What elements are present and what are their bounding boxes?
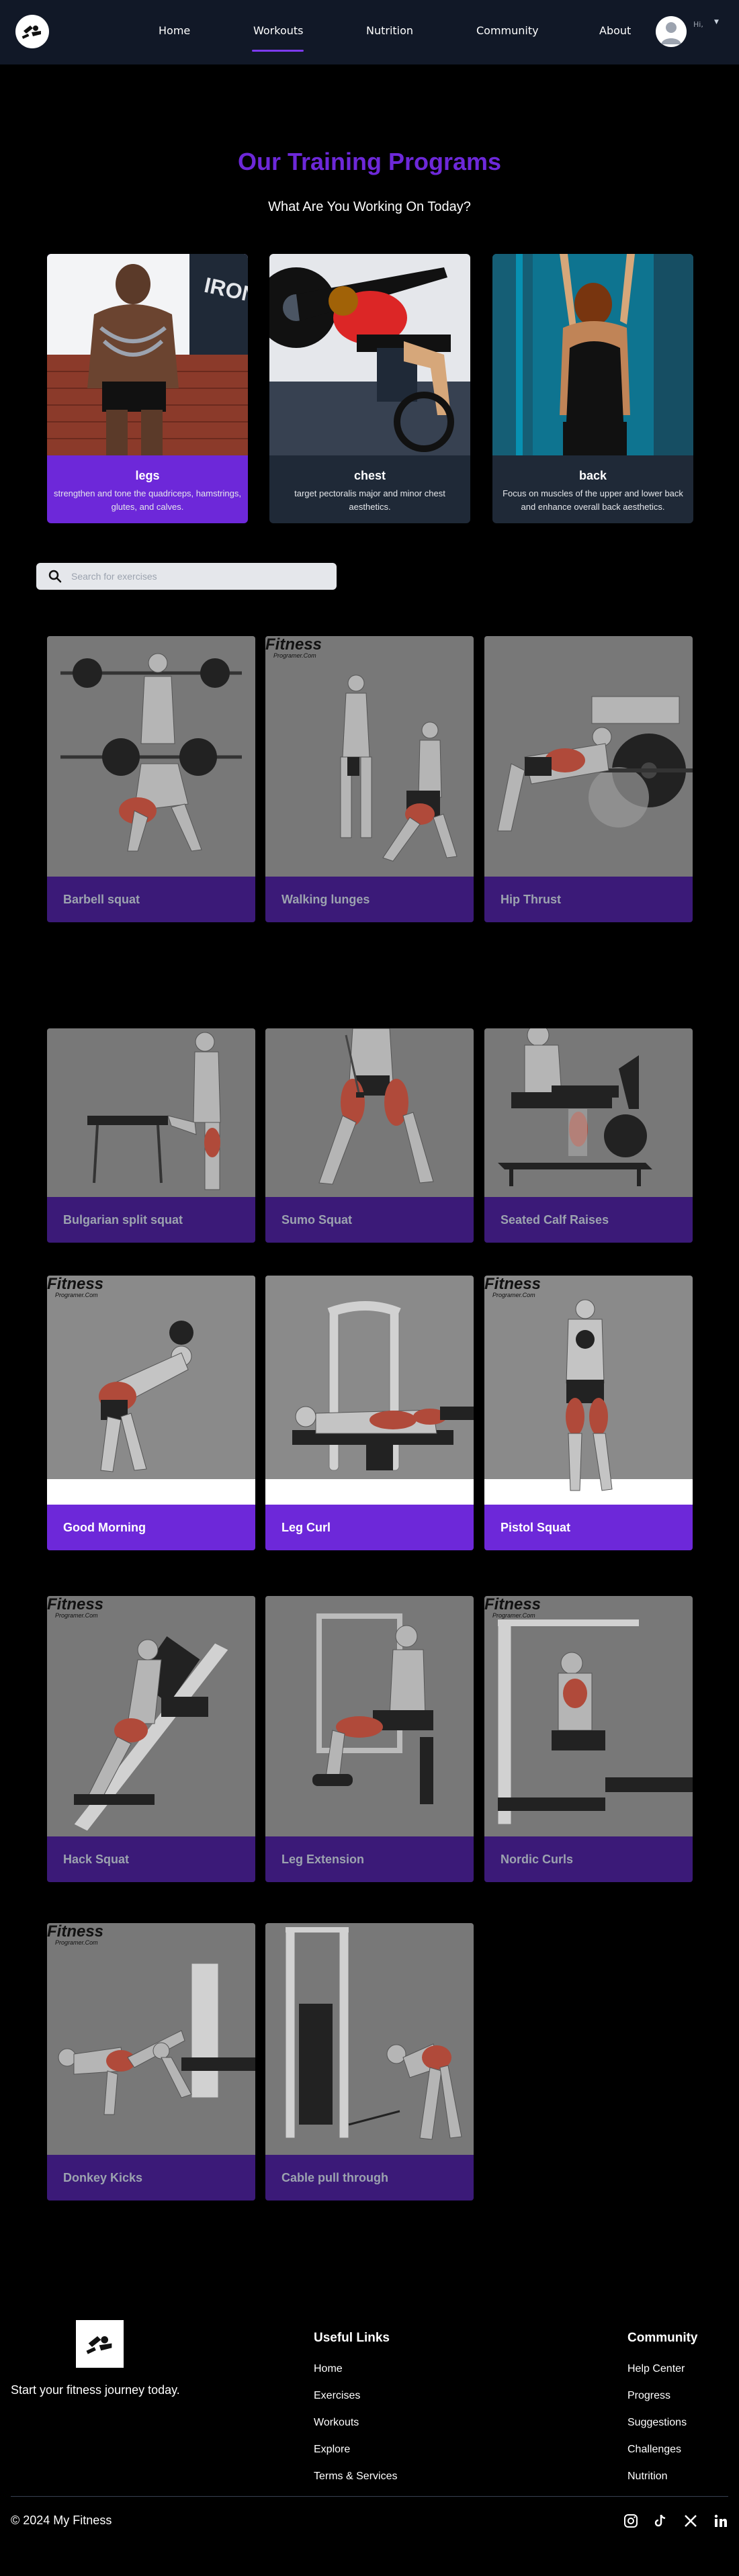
exercise-name: Hip Thrust [484, 877, 693, 922]
program-description: strengthen and tone the quadriceps, hams… [54, 488, 241, 512]
page-subtitle: What Are You Working On Today? [268, 199, 471, 214]
exercise-card-barbell-squat[interactable]: Barbell squat [47, 636, 255, 922]
nav-home[interactable]: Home [159, 24, 190, 37]
exercise-card-walking-lunges[interactable]: Fitness Programer.Com Walking lunges [265, 636, 474, 922]
exercise-image [47, 1028, 255, 1197]
exercise-name: Pistol Squat [484, 1505, 693, 1550]
watermark-logo: Fitness Programer.Com [47, 1923, 104, 1947]
user-greeting: Hi, [693, 20, 703, 29]
dumbbell-logo-icon [85, 2336, 112, 2354]
exercise-image: Fitness Programer.Com [265, 636, 474, 877]
watermark-logo: Fitness Programer.Com [484, 1596, 541, 1619]
watermark-logo: Fitness Programer.Com [265, 636, 322, 660]
exercise-card-pistol-squat[interactable]: Fitness Programer.Com Pistol Squat [484, 1276, 693, 1550]
footer-link-workouts[interactable]: Workouts [314, 2417, 359, 2429]
exercise-name: Barbell squat [47, 877, 255, 922]
footer-link-progress[interactable]: Progress [627, 2390, 670, 2402]
exercise-name: Sumo Squat [265, 1197, 474, 1243]
x-icon[interactable] [683, 2514, 698, 2528]
program-card-chest[interactable]: chest target pectoralis major and minor … [269, 254, 470, 523]
program-card-legs[interactable]: IRON legs strengthen and tone the quadri… [47, 254, 248, 523]
exercise-image [265, 1028, 474, 1197]
exercise-name: Hack Squat [47, 1836, 255, 1882]
user-avatar[interactable] [656, 16, 687, 47]
exercise-image [484, 636, 693, 877]
instagram-icon[interactable] [623, 2514, 638, 2528]
exercise-image: Fitness Programer.Com [47, 1923, 255, 2155]
exercise-card-bulgarian-split-squat[interactable]: Bulgarian split squat [47, 1028, 255, 1243]
exercise-name: Bulgarian split squat [47, 1197, 255, 1243]
program-card-back[interactable]: back Focus on muscles of the upper and l… [492, 254, 693, 523]
program-description: Focus on muscles of the upper and lower … [503, 488, 683, 512]
nav-community[interactable]: Community [476, 24, 539, 37]
program-image-legs: IRON [47, 254, 248, 455]
exercise-card-good-morning[interactable]: Fitness Programer.Com Good Morning [47, 1276, 255, 1550]
exercise-name: Leg Curl [265, 1505, 474, 1550]
nav-nutrition[interactable]: Nutrition [366, 24, 413, 37]
exercise-image: Fitness Programer.Com [484, 1596, 693, 1836]
exercise-image: Fitness Programer.Com [484, 1276, 693, 1505]
exercise-image [265, 1596, 474, 1836]
program-image-back [492, 254, 693, 455]
program-name: chest [353, 469, 386, 482]
footer-link-suggestions[interactable]: Suggestions [627, 2417, 687, 2429]
exercise-card-cable-pull-through[interactable]: Cable pull through [265, 1923, 474, 2201]
exercise-name: Cable pull through [265, 2155, 474, 2201]
exercise-card-donkey-kicks[interactable]: Fitness Programer.Com Donkey Kicks [47, 1923, 255, 2201]
exercise-search [36, 563, 337, 590]
exercise-card-hip-thrust[interactable]: Hip Thrust [484, 636, 693, 922]
exercise-name: Seated Calf Raises [484, 1197, 693, 1243]
exercise-image [265, 1923, 474, 2155]
program-image-chest [269, 254, 470, 455]
nav-active-indicator [252, 50, 304, 52]
exercise-image: Fitness Programer.Com [47, 1596, 255, 1836]
chevron-down-icon[interactable]: ▼ [714, 19, 719, 26]
watermark-logo: Fitness Programer.Com [47, 1596, 104, 1619]
footer-link-explore[interactable]: Explore [314, 2444, 350, 2456]
exercise-image [484, 1028, 693, 1197]
linkedin-icon[interactable] [713, 2514, 728, 2528]
site-logo[interactable] [15, 15, 49, 48]
search-icon [48, 570, 62, 583]
exercise-name: Nordic Curls [484, 1836, 693, 1882]
community-heading: Community [627, 2331, 698, 2345]
exercise-image [47, 636, 255, 877]
footer-link-help-center[interactable]: Help Center [627, 2363, 685, 2375]
nav-about[interactable]: About [599, 24, 631, 37]
footer-link-challenges[interactable]: Challenges [627, 2444, 681, 2456]
exercise-image [265, 1276, 474, 1505]
exercise-name: Good Morning [47, 1505, 255, 1550]
nav-workouts[interactable]: Workouts [253, 24, 303, 37]
exercise-name: Donkey Kicks [47, 2155, 255, 2201]
copyright: © 2024 My Fitness [11, 2514, 112, 2527]
exercise-card-seated-calf-raises[interactable]: Seated Calf Raises [484, 1028, 693, 1243]
footer-tagline: Start your fitness journey today. [11, 2383, 180, 2397]
program-name: legs [135, 469, 160, 482]
footer-link-home[interactable]: Home [314, 2363, 343, 2375]
exercise-card-nordic-curls[interactable]: Fitness Programer.Com Nordic Curls [484, 1596, 693, 1882]
search-input[interactable] [71, 567, 327, 586]
footer-divider [11, 2496, 728, 2497]
exercise-card-leg-curl[interactable]: Leg Curl [265, 1276, 474, 1550]
footer-link-exercises[interactable]: Exercises [314, 2390, 360, 2402]
useful-links-heading: Useful Links [314, 2331, 390, 2345]
footer-link-terms[interactable]: Terms & Services [314, 2471, 397, 2483]
footer-logo[interactable] [76, 2320, 124, 2368]
exercise-card-sumo-squat[interactable]: Sumo Squat [265, 1028, 474, 1243]
footer-link-nutrition[interactable]: Nutrition [627, 2471, 668, 2483]
exercise-image: Fitness Programer.Com [47, 1276, 255, 1505]
navbar: Home Workouts Nutrition Community About … [0, 0, 739, 64]
user-silhouette-icon [661, 22, 681, 44]
exercise-card-hack-squat[interactable]: Fitness Programer.Com Hack Squat [47, 1596, 255, 1882]
exercise-name: Walking lunges [265, 877, 474, 922]
page-title: Our Training Programs [237, 148, 502, 175]
exercise-name: Leg Extension [265, 1836, 474, 1882]
program-name: back [578, 469, 607, 482]
exercise-card-leg-extension[interactable]: Leg Extension [265, 1596, 474, 1882]
dumbbell-logo-icon [21, 26, 41, 39]
tiktok-icon[interactable] [653, 2514, 668, 2528]
program-description: target pectoralis major and minor chest … [294, 488, 445, 512]
